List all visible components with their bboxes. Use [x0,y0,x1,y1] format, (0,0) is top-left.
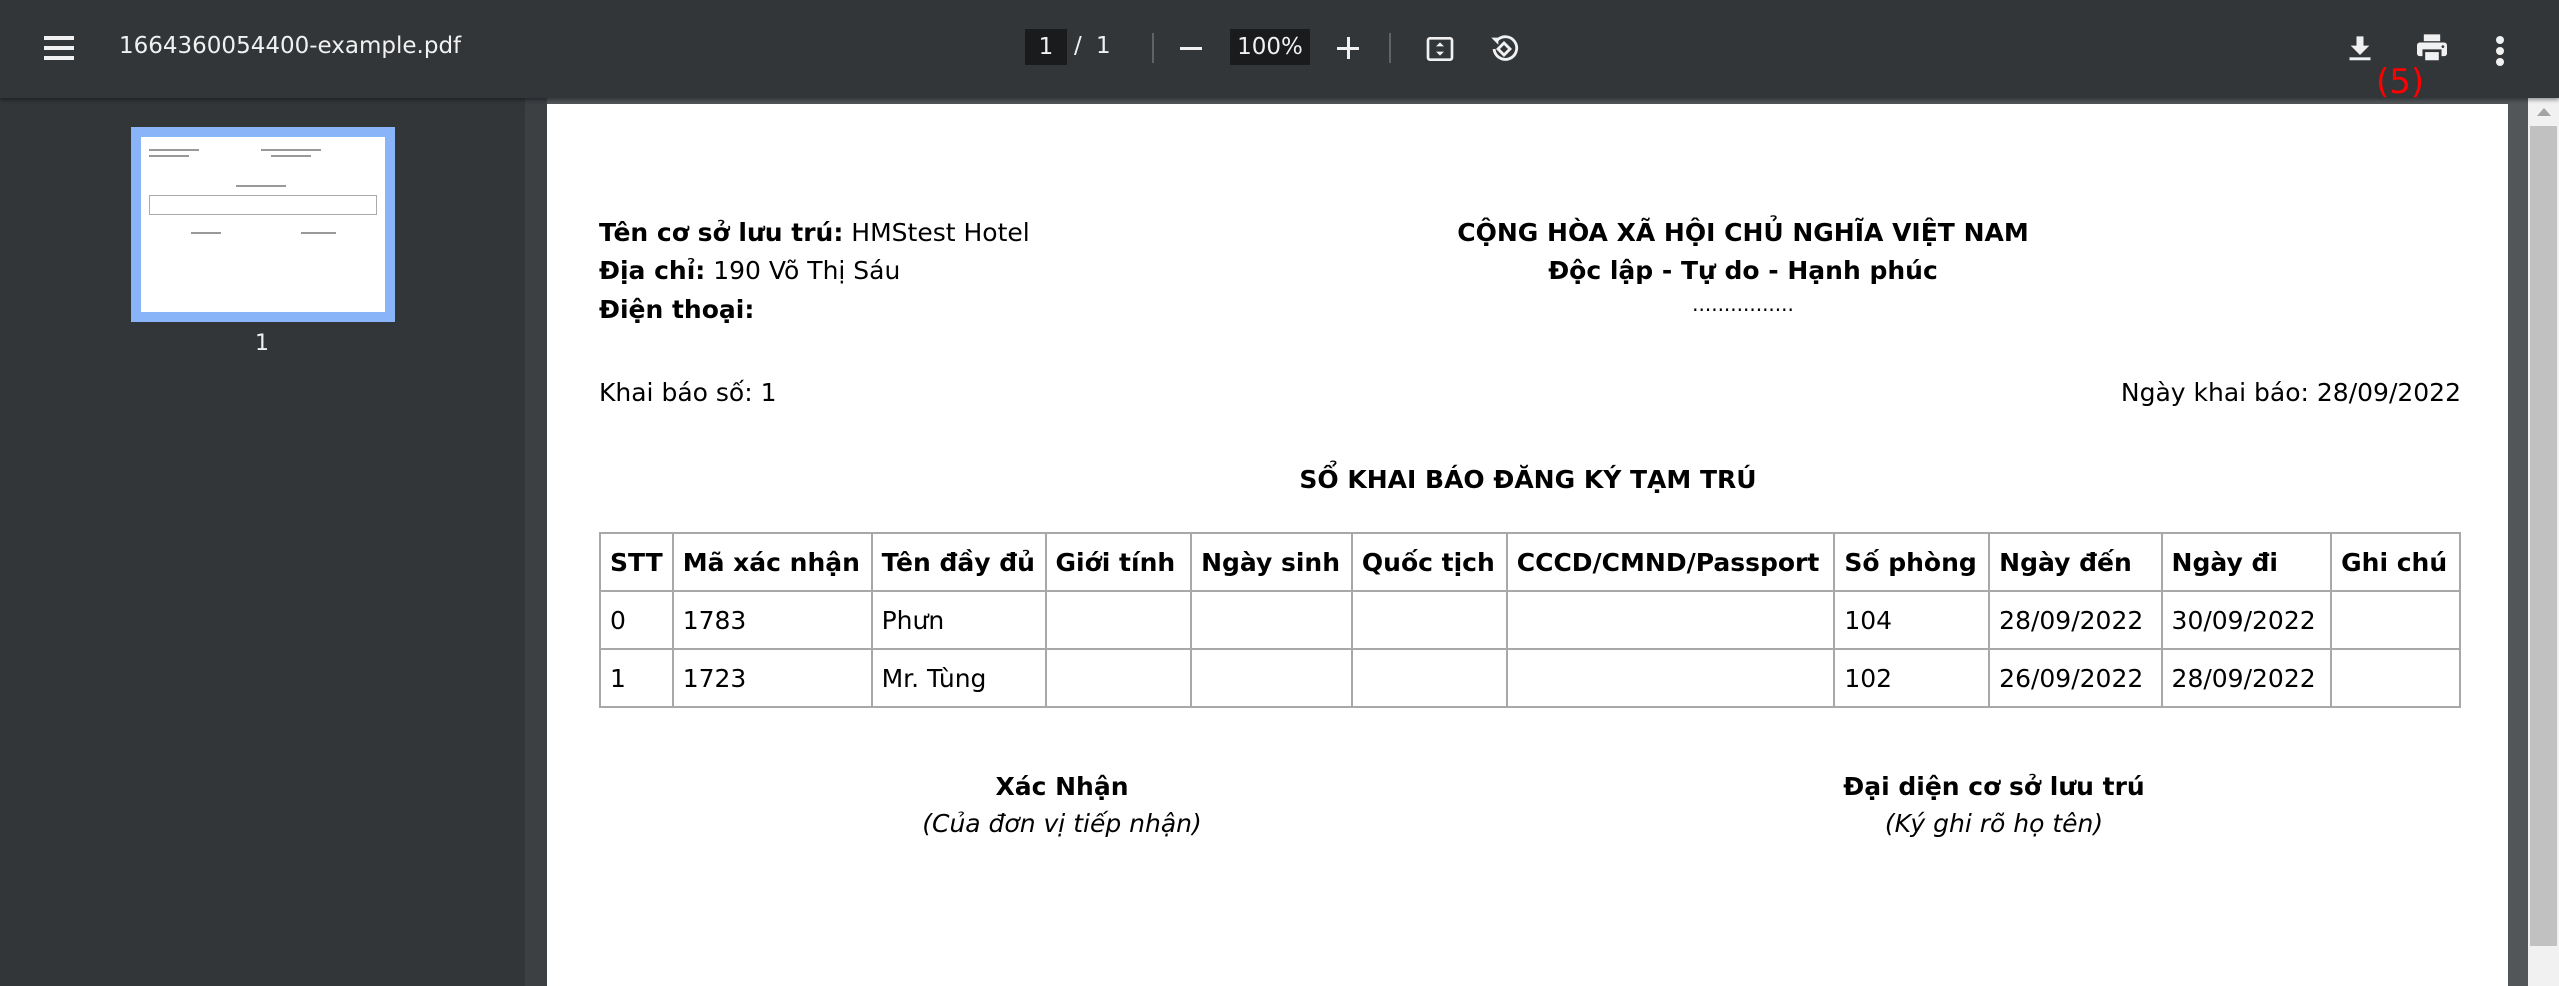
sidebar-divider [525,98,547,986]
representative-title: Đại diện cơ sở lưu trú [1843,772,2145,801]
table-cell: Mr. Tùng [870,648,1047,708]
column-header: Quốc tịch [1350,532,1508,592]
scrollbar-thumb[interactable] [2530,126,2557,946]
address: Địa chỉ: 190 Võ Thị Sáu [599,256,900,285]
table-row: 0 1783 Phưn 104 28/09/2022 30/09/2022 [599,590,2461,650]
table-cell: 28/09/2022 [1988,590,2163,650]
file-name: 1664360054400-example.pdf [119,33,462,59]
representative-subtitle: (Ký ghi rõ họ tên) [1884,809,2104,838]
page-total: 1 [1096,33,1111,59]
registration-table: STT Mã xác nhận Tên đầy đủ Giới tính Ngày si… [599,532,2461,708]
download-icon[interactable] [2346,33,2374,63]
dotted-line: ................ [1692,292,1794,316]
page-thumbnail[interactable] [131,127,395,322]
menu-icon[interactable] [44,36,74,60]
column-header: Ngày sinh [1190,532,1353,592]
fit-page-icon[interactable] [1424,33,1456,65]
divider [1152,33,1154,63]
column-header: STT [599,532,674,592]
table-cell [1190,648,1353,708]
table-cell [1350,590,1508,650]
column-header: Số phòng [1833,532,1991,592]
table-cell [2330,590,2461,650]
table-cell: 102 [1833,648,1991,708]
facility-name: Tên cơ sở lưu trú: HMStest Hotel [599,218,1030,247]
table-cell: 1 [599,648,674,708]
table-cell: Phưn [870,590,1047,650]
table-row: 1 1723 Mr. Tùng 102 26/09/2022 28/09/2022 [599,648,2461,708]
address-label: Địa chỉ: [599,256,706,285]
toolbar: 1664360054400-example.pdf 1 / 1 100% (5) [0,0,2559,102]
table-cell: 1723 [671,648,873,708]
column-header: Tên đầy đủ [870,532,1047,592]
table-cell [1350,648,1508,708]
table-cell [2330,648,2461,708]
document-title: SỔ KHAI BÁO ĐĂNG KÝ TẠM TRÚ [1299,465,1757,494]
national-title: CỘNG HÒA XÃ HỘI CHỦ NGHĨA VIỆT NAM [1457,218,2029,247]
column-header: Giới tính [1044,532,1193,592]
scroll-up-arrow[interactable] [2537,108,2551,116]
facility-name-value: HMStest Hotel [851,218,1030,247]
table-cell: 28/09/2022 [2160,648,2333,708]
divider [1389,33,1391,63]
table-cell: 26/09/2022 [1988,648,2163,708]
table-cell [1505,590,1836,650]
table-cell: 1783 [671,590,873,650]
address-value: 190 Võ Thị Sáu [713,256,901,285]
column-header: Ngày đi [2160,532,2333,592]
zoom-out-button[interactable] [1180,47,1202,50]
zoom-input[interactable]: 100% [1230,29,1310,65]
column-header: Ghi chú [2330,532,2461,592]
confirmation-subtitle: (Của đơn vị tiếp nhận) [922,809,1202,838]
vertical-scrollbar[interactable] [2528,98,2559,986]
thumbnail-sidebar: 1 [0,98,525,986]
table-cell [1505,648,1836,708]
column-header: Mã xác nhận [671,532,873,592]
national-motto: Độc lập - Tự do - Hạnh phúc [1548,256,1938,285]
declaration-date: Ngày khai báo: 28/09/2022 [2120,378,2461,407]
column-header: Ngày đến [1988,532,2163,592]
table-cell: 0 [599,590,674,650]
zoom-in-button[interactable] [1337,37,1359,59]
confirmation-title: Xác Nhận [995,772,1129,801]
table-cell [1044,648,1193,708]
annotation-label: (5) [2376,62,2425,102]
thumbnail-page-label: 1 [255,331,269,356]
page-number-input[interactable]: 1 [1025,29,1067,65]
page-separator: / [1074,33,1082,59]
more-options-icon[interactable] [2496,36,2504,66]
print-icon[interactable] [2415,33,2449,63]
declaration-number: Khai báo số: 1 [599,378,777,407]
table-cell [1190,590,1353,650]
rotate-icon[interactable] [1487,32,1521,66]
table-cell: 30/09/2022 [2160,590,2333,650]
table-cell: 104 [1833,590,1991,650]
phone-label: Điện thoại: [599,295,755,324]
table-header-row: STT Mã xác nhận Tên đầy đủ Giới tính Ngày si… [599,532,2461,592]
table-cell [1044,590,1193,650]
facility-name-label: Tên cơ sở lưu trú: [599,218,844,247]
phone: Điện thoại: [599,295,754,324]
column-header: CCCD/CMND/Passport [1505,532,1836,592]
